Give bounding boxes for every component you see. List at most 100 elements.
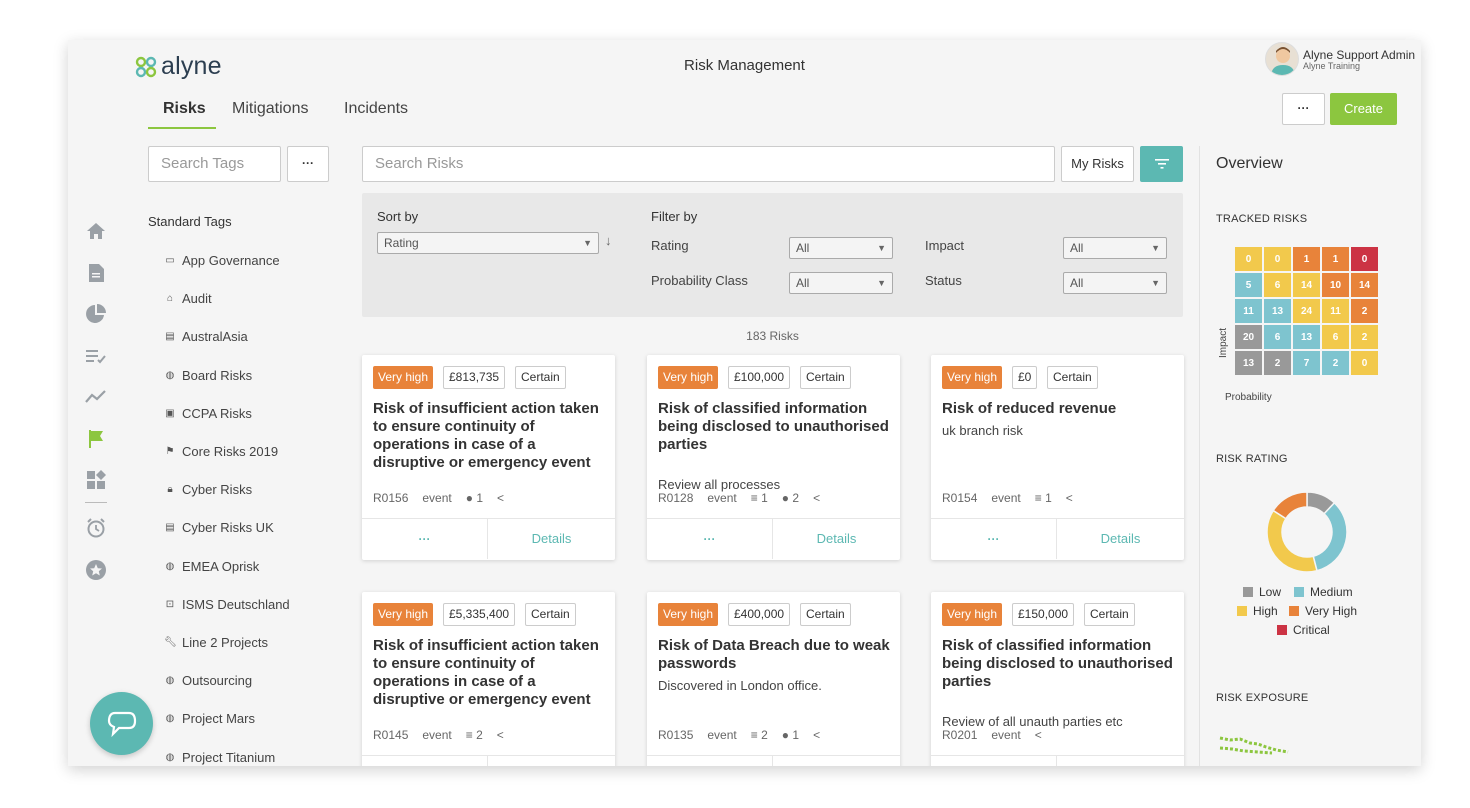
pie-chart-icon[interactable] — [85, 303, 107, 325]
donut-slice[interactable] — [1312, 501, 1348, 572]
search-tags-input[interactable]: Search Tags — [148, 146, 281, 182]
risk-card[interactable]: Very high £0 Certain Risk of reduced revenu… — [931, 355, 1184, 560]
tag-item[interactable]: ⊡ ISMS Deutschland — [164, 597, 290, 612]
heatmap-cell[interactable]: 2 — [1263, 350, 1292, 376]
tag-item[interactable]: ⚑ Core Risks 2019 — [164, 444, 279, 459]
dashboard-icon[interactable] — [85, 469, 107, 491]
heatmap-cell[interactable]: 11 — [1321, 298, 1350, 324]
card-more-button[interactable]: ··· — [362, 756, 488, 766]
heatmap-cell[interactable]: 13 — [1263, 298, 1292, 324]
risk-card[interactable]: Very high £5,335,400 Certain Risk of insuff… — [362, 592, 615, 766]
share-icon[interactable]: < — [813, 491, 820, 505]
flag-icon[interactable] — [85, 428, 107, 450]
heatmap-cell[interactable]: 0 — [1350, 350, 1379, 376]
risk-title[interactable]: Risk of insufficient action taken to ens… — [373, 637, 608, 709]
heatmap-cell[interactable]: 5 — [1234, 272, 1263, 298]
heatmap-cell[interactable]: 20 — [1234, 324, 1263, 350]
star-badge-icon[interactable] — [85, 559, 107, 581]
tag-item[interactable]: ▣ CCPA Risks — [164, 406, 252, 421]
card-more-button[interactable]: ··· — [647, 756, 773, 766]
risk-card[interactable]: Very high £100,000 Certain Risk of classifi… — [647, 355, 900, 560]
card-more-button[interactable]: ··· — [647, 519, 773, 559]
heatmap-cell[interactable]: 14 — [1292, 272, 1321, 298]
share-icon[interactable]: < — [497, 491, 504, 505]
card-details-button[interactable]: Details — [773, 756, 900, 766]
probability-filter-select[interactable]: All — [789, 272, 893, 294]
share-icon[interactable]: < — [497, 728, 504, 742]
home-icon[interactable] — [85, 220, 107, 242]
risk-rating-donut[interactable] — [1265, 490, 1349, 574]
heatmap-cell[interactable]: 13 — [1234, 350, 1263, 376]
filter-button[interactable] — [1140, 146, 1183, 182]
card-details-button[interactable]: Details — [488, 756, 615, 766]
risk-title[interactable]: Risk of classified information being dis… — [658, 400, 893, 454]
heatmap-cell[interactable]: 0 — [1263, 246, 1292, 272]
risk-heatmap[interactable]: 0 0 1 1 0 5 6 14 10 14 11 13 24 11 2 20 6 13 6 2 13 2 7 2 0 — [1234, 246, 1379, 376]
risk-title[interactable]: Risk of reduced revenue — [942, 400, 1177, 418]
tag-item[interactable]: ▤ AustralAsia — [164, 329, 247, 344]
risk-title[interactable]: Risk of insufficient action taken to ens… — [373, 400, 608, 472]
create-button[interactable]: Create — [1330, 93, 1397, 125]
tag-item[interactable]: ◍ Project Mars — [164, 711, 255, 726]
risk-title[interactable]: Risk of Data Breach due to weak password… — [658, 637, 893, 673]
heatmap-cell[interactable]: 6 — [1321, 324, 1350, 350]
heatmap-cell[interactable]: 1 — [1292, 246, 1321, 272]
heatmap-cell[interactable]: 14 — [1350, 272, 1379, 298]
heatmap-cell[interactable]: 10 — [1321, 272, 1350, 298]
risk-card[interactable]: Very high £150,000 Certain Risk of classifi… — [931, 592, 1184, 766]
tag-item[interactable]: ◍ EMEA Oprisk — [164, 559, 260, 574]
tag-item[interactable]: ▤ Cyber Risks UK — [164, 520, 273, 535]
share-icon[interactable]: < — [1035, 728, 1042, 742]
tab-incidents[interactable]: Incidents — [344, 100, 408, 118]
my-risks-button[interactable]: My Risks — [1061, 146, 1134, 182]
avatar[interactable] — [1265, 42, 1299, 76]
card-details-button[interactable]: Details — [488, 519, 615, 559]
tag-item[interactable]: 🔒︎ Cyber Risks — [164, 482, 252, 497]
heatmap-cell[interactable]: 2 — [1350, 324, 1379, 350]
tags-more-button[interactable]: ··· — [287, 146, 329, 182]
risk-card[interactable]: Very high £813,735 Certain Risk of insuffic… — [362, 355, 615, 560]
risk-card[interactable]: Very high £400,000 Certain Risk of Data Bre… — [647, 592, 900, 766]
heatmap-cell[interactable]: 1 — [1321, 246, 1350, 272]
user-name[interactable]: Alyne Support Admin — [1303, 48, 1415, 62]
share-icon[interactable]: < — [813, 728, 820, 742]
card-more-button[interactable]: ··· — [931, 756, 1057, 766]
tag-item[interactable]: ◍ Board Risks — [164, 368, 252, 383]
rating-filter-select[interactable]: All — [789, 237, 893, 259]
status-filter-select[interactable]: All — [1063, 272, 1167, 294]
heatmap-cell[interactable]: 0 — [1350, 246, 1379, 272]
tag-item[interactable]: ⌂ Audit — [164, 291, 212, 306]
heatmap-cell[interactable]: 6 — [1263, 324, 1292, 350]
tab-risks[interactable]: Risks — [163, 100, 206, 118]
chat-button[interactable] — [90, 692, 153, 755]
card-details-button[interactable]: Details — [773, 519, 900, 559]
tab-mitigations[interactable]: Mitigations — [232, 100, 308, 118]
card-details-button[interactable]: Details — [1057, 519, 1184, 559]
tag-item[interactable]: 🔧︎ Line 2 Projects — [164, 635, 268, 650]
heatmap-cell[interactable]: 7 — [1292, 350, 1321, 376]
alarm-clock-icon[interactable] — [85, 517, 107, 539]
heatmap-cell[interactable]: 11 — [1234, 298, 1263, 324]
heatmap-cell[interactable]: 13 — [1292, 324, 1321, 350]
risk-title[interactable]: Risk of classified information being dis… — [942, 637, 1177, 691]
heatmap-cell[interactable]: 24 — [1292, 298, 1321, 324]
card-more-button[interactable]: ··· — [931, 519, 1057, 559]
heatmap-cell[interactable]: 2 — [1350, 298, 1379, 324]
donut-slice[interactable] — [1266, 509, 1318, 573]
impact-filter-select[interactable]: All — [1063, 237, 1167, 259]
sort-select[interactable]: Rating — [377, 232, 599, 254]
more-actions-button[interactable]: ··· — [1282, 93, 1325, 125]
sort-direction-icon[interactable]: ↓ — [605, 233, 612, 248]
document-icon[interactable] — [85, 262, 107, 284]
heatmap-cell[interactable]: 0 — [1234, 246, 1263, 272]
tag-item[interactable]: ▭ App Governance — [164, 253, 279, 268]
search-risks-input[interactable]: Search Risks — [362, 146, 1055, 182]
trend-icon[interactable] — [85, 386, 107, 408]
card-details-button[interactable]: Details — [1057, 756, 1184, 766]
heatmap-cell[interactable]: 6 — [1263, 272, 1292, 298]
share-icon[interactable]: < — [1066, 491, 1073, 505]
card-more-button[interactable]: ··· — [362, 519, 488, 559]
checklist-icon[interactable] — [85, 345, 107, 367]
tag-item[interactable]: ◍ Project Titanium — [164, 750, 276, 765]
donut-slice[interactable] — [1272, 491, 1308, 520]
